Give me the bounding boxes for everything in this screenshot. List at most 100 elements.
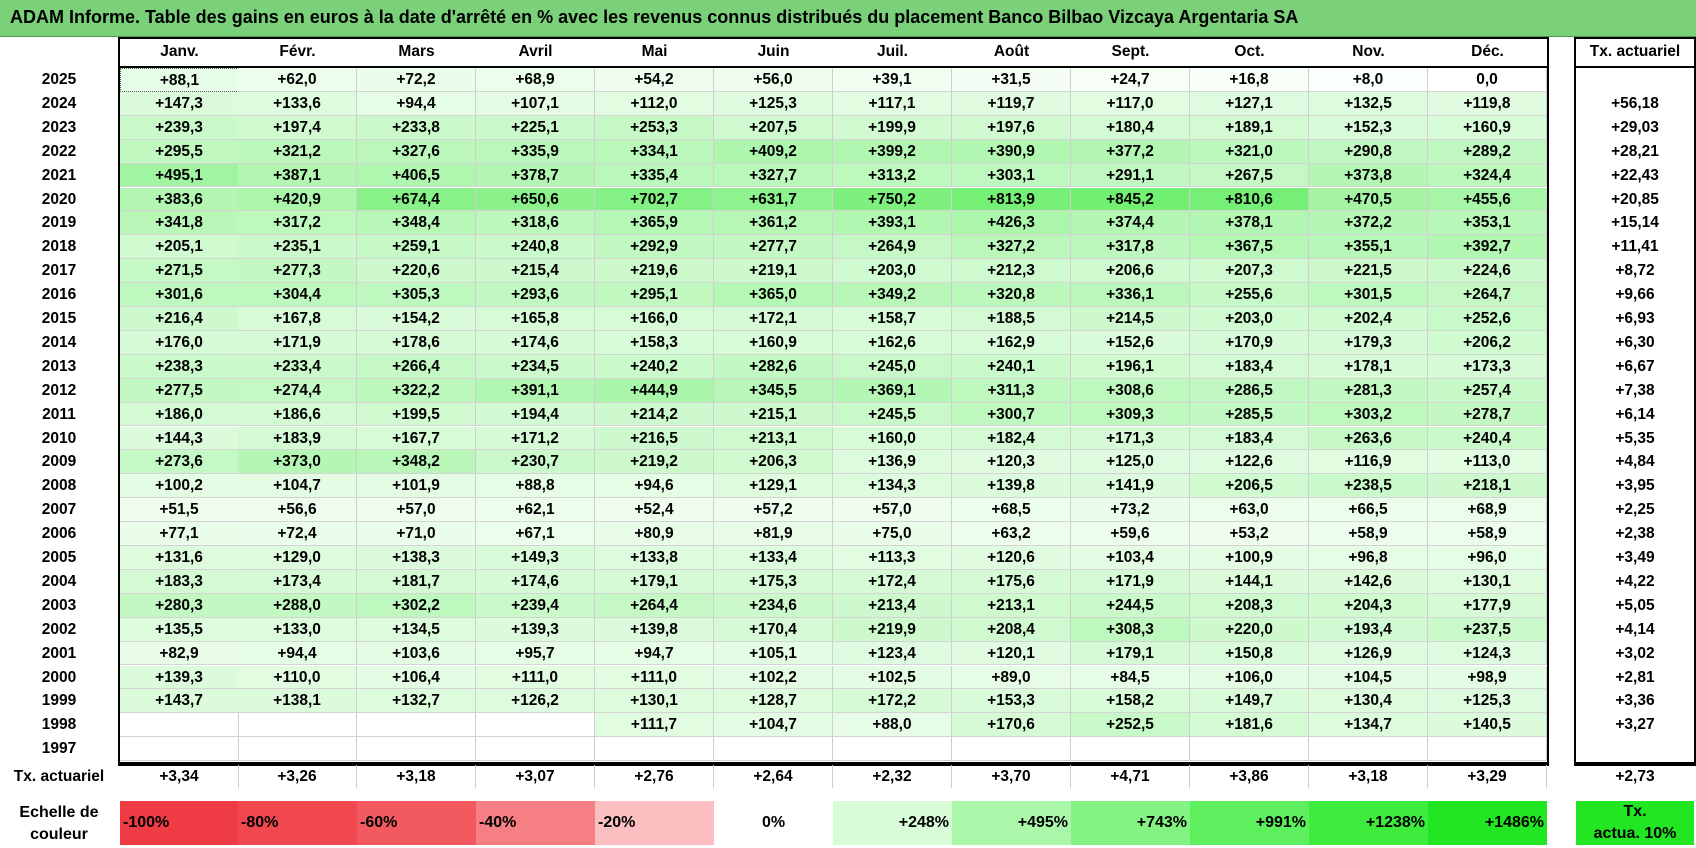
gain-cell: +308,3 [1071, 617, 1190, 642]
gain-cell: +130,1 [1428, 569, 1547, 594]
gain-cell: +171,2 [476, 426, 595, 451]
gain-cell: +245,5 [833, 402, 952, 427]
gain-cell: +117,0 [1071, 91, 1190, 116]
gain-cell: +139,3 [476, 617, 595, 642]
gain-cell: +175,6 [952, 569, 1071, 594]
gain-cell: +219,6 [595, 259, 714, 284]
gain-cell: +197,4 [238, 115, 357, 140]
gain-cell: +77,1 [120, 522, 239, 546]
gain-cell: +674,4 [357, 187, 476, 212]
year-label: 2020 [41, 190, 77, 208]
gain-cell: +391,1 [476, 378, 595, 403]
gain-cell: +334,1 [595, 139, 714, 164]
gain-cell: +263,6 [1309, 426, 1428, 451]
gain-cell: +233,4 [238, 354, 357, 379]
gain-cell: +208,3 [1190, 593, 1309, 618]
gain-cell: +181,7 [357, 569, 476, 594]
legend-rate-line2: actua. 10% [1593, 825, 1677, 842]
year-label: 2002 [41, 620, 77, 638]
row-rate-cell: +6,30 [1615, 333, 1655, 351]
gain-cell: +203,0 [1190, 307, 1309, 331]
month-header: Mai [641, 43, 668, 60]
gain-cell: +171,3 [1071, 426, 1190, 451]
legend-swatch: +991% [1190, 801, 1309, 845]
gain-cell: +162,9 [952, 330, 1071, 355]
gain-cell: +80,9 [595, 522, 714, 546]
gain-cell: +285,5 [1190, 402, 1309, 427]
gain-cell: +105,1 [714, 641, 833, 666]
gain-cell: +378,1 [1190, 211, 1309, 236]
year-label: 1999 [41, 692, 77, 710]
gain-cell: +57,0 [357, 498, 476, 523]
gain-cell: +120,1 [952, 641, 1071, 666]
row-rate-cell: +3,27 [1615, 716, 1655, 734]
gain-cell: +31,5 [952, 68, 1071, 92]
gain-cell: +845,2 [1071, 187, 1190, 212]
gain-cell: +301,5 [1309, 283, 1428, 307]
year-label: 2000 [41, 668, 77, 686]
legend-swatch: +1486% [1428, 801, 1547, 845]
legend-swatch: -40% [476, 801, 595, 845]
gain-cell: +327,6 [357, 139, 476, 164]
gain-cell: +66,5 [1309, 498, 1428, 523]
gain-cell: +106,4 [357, 665, 476, 690]
year-label: 2009 [41, 453, 77, 471]
gain-cell: +288,0 [238, 593, 357, 618]
gain-cell: +219,1 [714, 259, 833, 284]
gain-cell: +119,8 [1428, 91, 1547, 116]
gain-cell: +392,7 [1428, 235, 1547, 260]
gain-cell: +240,2 [595, 354, 714, 379]
gain-cell: +71,0 [357, 522, 476, 546]
gain-cell [1071, 737, 1190, 762]
gain-cell: +166,0 [595, 307, 714, 331]
gain-cell [595, 737, 714, 762]
gain-cell: +181,6 [1190, 713, 1309, 738]
gain-cell: +147,3 [120, 91, 239, 116]
footer-rate-cell: +3,70 [952, 765, 1071, 788]
gain-cell [120, 713, 239, 738]
gain-cell: +202,4 [1309, 307, 1428, 331]
gain-cell: +348,4 [357, 211, 476, 236]
gain-cell: +308,6 [1071, 378, 1190, 403]
gain-cell: +56,6 [238, 498, 357, 523]
gain-cell: +160,0 [833, 426, 952, 451]
row-rate-cell: +22,43 [1611, 166, 1659, 184]
gain-cell: +138,1 [238, 689, 357, 714]
gain-cell: +88,0 [833, 713, 952, 738]
gain-cell: +63,0 [1190, 498, 1309, 523]
gain-cell: +39,1 [833, 68, 952, 92]
gain-cell: +160,9 [1428, 115, 1547, 140]
gain-cell: +54,2 [595, 68, 714, 92]
gain-cell: +133,6 [238, 91, 357, 116]
gain-cell: +470,5 [1309, 187, 1428, 212]
gain-cell: +206,3 [714, 450, 833, 475]
gain-cell: +154,2 [357, 307, 476, 331]
year-label: 1997 [41, 740, 77, 758]
gain-cell: +374,4 [1071, 211, 1190, 236]
gain-cell: +81,9 [714, 522, 833, 546]
gain-cell: +189,1 [1190, 115, 1309, 140]
gain-cell: +56,0 [714, 68, 833, 92]
row-rate-cell [1576, 68, 1694, 92]
year-label: 2001 [41, 644, 77, 662]
legend-swatch: +1238% [1309, 801, 1428, 845]
gain-cell: +72,4 [238, 522, 357, 546]
gain-cell: +133,8 [595, 546, 714, 570]
gain-cell: +138,3 [357, 546, 476, 570]
legend-rate-swatch: Tx. actua. 10% [1576, 801, 1694, 845]
legend-label: Echelle de couleur [0, 802, 118, 846]
row-rate-cell: +5,05 [1615, 596, 1655, 614]
gain-cell: +355,1 [1309, 235, 1428, 260]
gain-cell: +183,4 [1190, 426, 1309, 451]
gain-cell: +235,1 [238, 235, 357, 260]
gain-cell: +100,2 [120, 474, 239, 499]
legend-label-line1: Echelle de [19, 804, 99, 821]
row-rate-cell: +4,14 [1615, 620, 1655, 638]
gain-cell: +174,6 [476, 330, 595, 355]
gain-cell: +335,4 [595, 163, 714, 188]
gain-cell: +196,1 [1071, 354, 1190, 379]
gain-cell: +107,1 [476, 91, 595, 116]
gain-cell: +172,4 [833, 569, 952, 594]
gain-cell: +98,9 [1428, 665, 1547, 690]
gain-cell: +257,4 [1428, 378, 1547, 403]
